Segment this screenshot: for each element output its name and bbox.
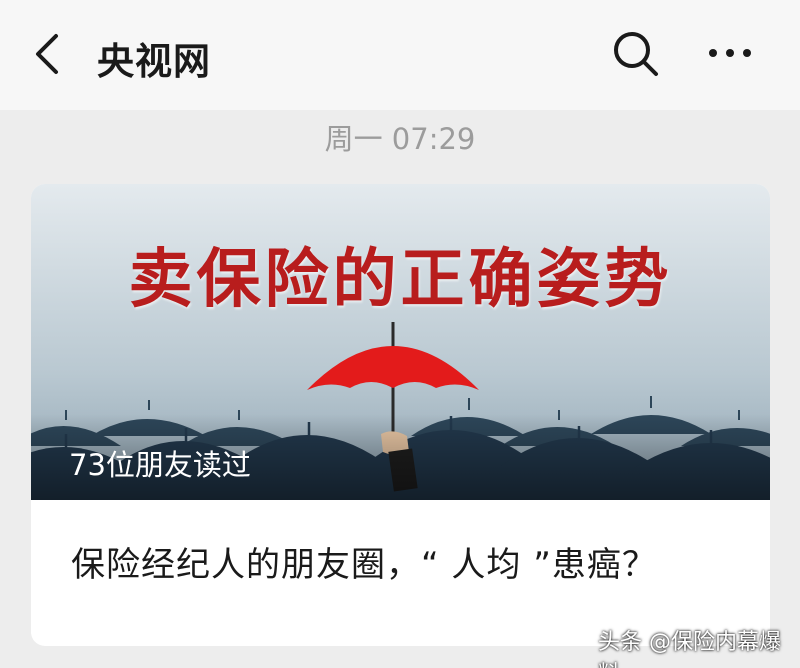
article-headline[interactable]: 保险经纪人的朋友圈，“ 人均 ”患癌？ <box>71 537 657 586</box>
cover-heading-text: 卖保险的正确姿势 <box>128 243 673 317</box>
top-navigation-bar: 央视网 <box>0 0 800 110</box>
message-timestamp: 周一 07:29 <box>324 122 476 156</box>
account-title: 央视网 <box>97 40 211 83</box>
more-dots-icon <box>709 49 751 57</box>
search-icon <box>614 32 658 76</box>
source-watermark: 头条 @保险内幕爆料 <box>598 630 781 668</box>
more-options-button[interactable] <box>705 38 755 68</box>
back-chevron-icon <box>36 34 58 74</box>
friends-read-count: 73位朋友读过 <box>69 448 251 482</box>
article-card[interactable]: 卖保险的正确姿势 73位朋友读过 保险经纪人的朋友圈，“ 人均 ”患癌？ <box>31 184 770 646</box>
article-cover-image: 卖保险的正确姿势 73位朋友读过 <box>31 184 770 500</box>
back-button[interactable] <box>28 30 68 78</box>
search-button[interactable] <box>610 28 662 80</box>
